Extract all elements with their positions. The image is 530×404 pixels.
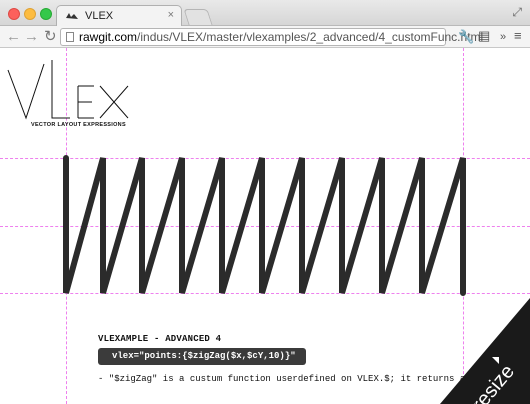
hamburger-menu-icon[interactable]: ≡	[514, 28, 522, 43]
vlex-favicon-icon	[66, 13, 78, 19]
code-snippet: vlex="points:{$zigZag($x,$cY,10)}"	[98, 348, 306, 365]
resize-badge[interactable]: resize	[440, 298, 530, 404]
url-path: /indus/VLEX/master/vlexamples/2_advanced…	[137, 30, 484, 44]
forward-arrow-icon[interactable]: →	[24, 28, 39, 45]
zoom-window-button[interactable]	[40, 8, 52, 20]
tab-close-icon[interactable]: ×	[168, 9, 174, 21]
extension-icon[interactable]: ▤	[478, 28, 490, 44]
chevron-more-icon[interactable]: »	[500, 31, 506, 43]
new-tab-button[interactable]	[183, 9, 213, 25]
title-bar: VLEX × ⤢	[0, 0, 530, 27]
tab-title: VLEX	[85, 10, 114, 22]
browser-toolbar: ← → ↻ rawgit.com/indus/VLEX/master/vlexa…	[0, 26, 530, 48]
close-window-button[interactable]	[8, 8, 20, 20]
wrench-icon[interactable]: 🔧	[458, 29, 474, 45]
browser-tab[interactable]: VLEX ×	[56, 5, 182, 27]
url-text[interactable]: rawgit.com/indus/VLEX/master/vlexamples/…	[79, 30, 483, 44]
fullscreen-icon[interactable]: ⤢	[512, 5, 522, 20]
address-bar[interactable]: rawgit.com/indus/VLEX/master/vlexamples/…	[60, 28, 483, 46]
example-title: VLEXAMPLE - ADVANCED 4	[98, 334, 222, 344]
zigzag-polyline	[63, 155, 466, 296]
back-arrow-icon[interactable]: ←	[6, 28, 21, 45]
minimize-window-button[interactable]	[24, 8, 36, 20]
reload-icon[interactable]: ↻	[44, 27, 57, 45]
resize-arrow-icon[interactable]	[486, 351, 502, 367]
page-icon	[66, 32, 74, 42]
page-content: VECTOR LAYOUT EXPRESSIONS VLEXAMPLE - AD…	[0, 48, 530, 404]
url-host: rawgit.com	[79, 30, 138, 44]
